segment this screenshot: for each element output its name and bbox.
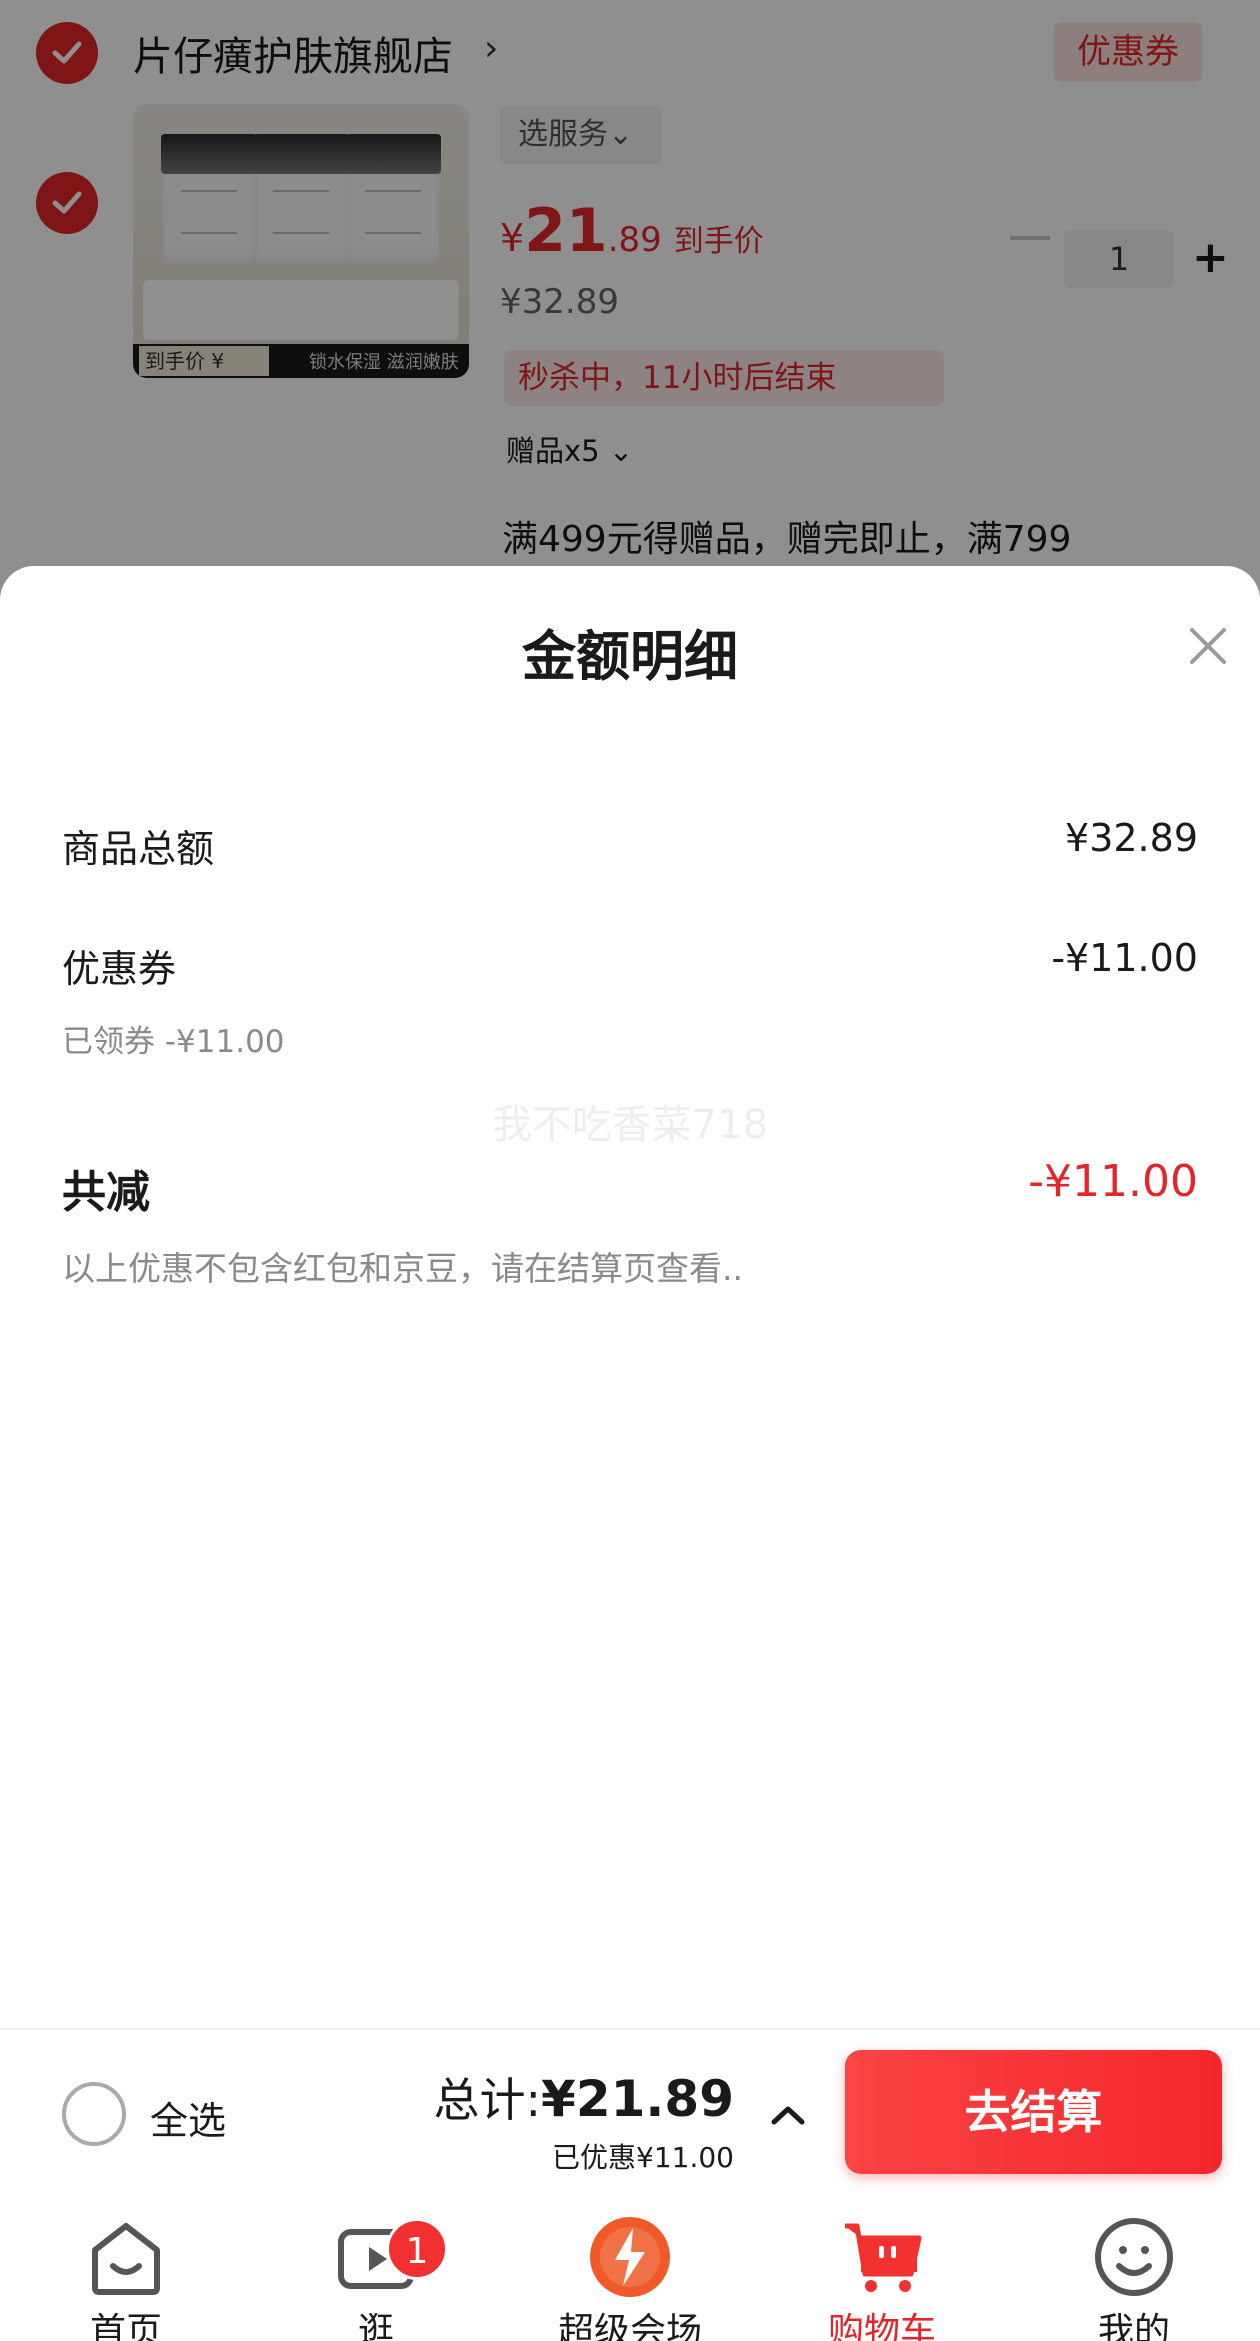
page: 片仔癀护肤旗舰店 › 优惠券 到手价 ¥ 32.9 锁水保湿 滋润嫩肤 选服务⌄… bbox=[0, 0, 1260, 2341]
chevron-up-icon[interactable] bbox=[770, 2104, 806, 2126]
close-icon[interactable] bbox=[1188, 626, 1228, 666]
total-reduction-label: 共减 bbox=[62, 1167, 150, 1218]
coupon-claimed-note: 已领券 -¥11.00 bbox=[62, 1024, 285, 1060]
nav-item-profile[interactable]: 我的 bbox=[1044, 2194, 1224, 2341]
nav-label-home: 首页 bbox=[89, 2311, 162, 2341]
sheet-title: 金额明细 bbox=[522, 625, 738, 688]
nav-item-super-venue[interactable]: 超级会场 bbox=[540, 2194, 720, 2341]
select-all-label[interactable]: 全选 bbox=[150, 2090, 226, 2145]
nav-item-home[interactable]: 首页 bbox=[36, 2194, 216, 2341]
bottom-nav: 首页 1 逛 超级会场 购物车 我的 bbox=[0, 2194, 1260, 2341]
checkout-bar: 全选 总计:¥21.89 已优惠¥11.00 去结算 bbox=[0, 2028, 1260, 2192]
coupon-value: -¥11.00 bbox=[1051, 936, 1198, 980]
total-value: ¥21.89 bbox=[541, 2070, 734, 2128]
profile-icon bbox=[1095, 2218, 1173, 2296]
subtotal-value: ¥32.89 bbox=[1065, 816, 1198, 860]
coupon-label: 优惠券 bbox=[62, 947, 177, 991]
modal-overlay[interactable] bbox=[0, 0, 1260, 620]
amount-details-sheet: 金额明细 商品总额 ¥32.89 优惠券 -¥11.00 已领券 -¥11.00… bbox=[0, 566, 1260, 2028]
checkout-button[interactable]: 去结算 bbox=[845, 2050, 1222, 2174]
home-icon bbox=[92, 2223, 160, 2295]
nav-label-profile: 我的 bbox=[1097, 2311, 1170, 2341]
nav-label-cart: 购物车 bbox=[827, 2311, 936, 2341]
select-all-radio[interactable] bbox=[62, 2082, 126, 2146]
super-venue-icon bbox=[590, 2217, 670, 2297]
watermark: 我不吃香菜718 bbox=[491, 1102, 769, 1148]
total-reduction-value: -¥11.00 bbox=[1028, 1156, 1198, 1207]
nav-item-browse[interactable]: 1 逛 bbox=[286, 2194, 466, 2341]
discount-note: 以上优惠不包含红包和京豆，请在结算页查看.. bbox=[62, 1249, 743, 1288]
nav-label-super-venue: 超级会场 bbox=[557, 2311, 702, 2341]
nav-label-browse: 逛 bbox=[357, 2311, 394, 2341]
cart-icon bbox=[845, 2223, 922, 2292]
cart-background: 片仔癀护肤旗舰店 › 优惠券 到手价 ¥ 32.9 锁水保湿 滋润嫩肤 选服务⌄… bbox=[0, 0, 1260, 620]
subtotal-label: 商品总额 bbox=[62, 827, 215, 871]
saved-amount: 已优惠¥11.00 bbox=[552, 2141, 734, 2174]
total-amount: 总计:¥21.89 bbox=[434, 2064, 734, 2130]
nav-badge: 1 bbox=[386, 2218, 448, 2280]
nav-item-cart[interactable]: 购物车 bbox=[792, 2194, 972, 2341]
total-prefix: 总计: bbox=[433, 2073, 542, 2127]
